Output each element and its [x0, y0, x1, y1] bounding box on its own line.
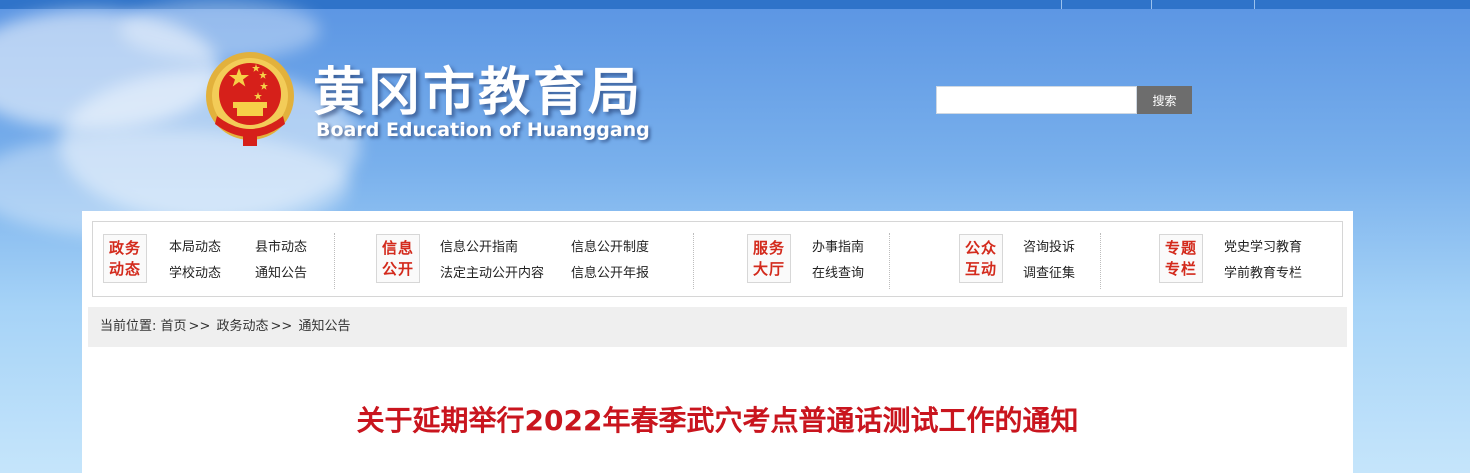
site-title: 黄冈市教育局 [313, 63, 644, 123]
nav-divider [693, 233, 694, 289]
nav-link[interactable]: 信息公开指南 [440, 236, 518, 255]
category-nav: 政务 动态 本局动态 县市动态 学校动态 通知公告 信息 公开 信息公开指南 信… [92, 221, 1343, 297]
nav-badge-service[interactable]: 服务 大厅 [747, 234, 791, 283]
badge-line: 专题 [1164, 239, 1197, 257]
badge-line: 服务 [752, 239, 785, 257]
nav-link[interactable]: 信息公开年报 [571, 262, 649, 281]
breadcrumb: 当前位置: 首页 >> 政务动态 >> 通知公告 [88, 307, 1347, 347]
badge-line: 信息 [381, 239, 414, 257]
badge-line: 公众 [964, 239, 997, 257]
topbar-divider [1151, 0, 1152, 9]
breadcrumb-notices[interactable]: 通知公告 [298, 319, 350, 334]
search-button[interactable]: 搜索 [1137, 86, 1192, 114]
nav-badge-topics[interactable]: 专题 专栏 [1159, 234, 1203, 283]
nav-link[interactable]: 通知公告 [255, 262, 307, 281]
breadcrumb-prefix: 当前位置: [100, 319, 157, 334]
badge-line: 互动 [964, 260, 997, 278]
nav-link[interactable]: 本局动态 [169, 236, 221, 255]
nav-badge-disclosure[interactable]: 信息 公开 [376, 234, 420, 283]
nav-divider [1100, 233, 1101, 289]
nav-link[interactable]: 法定主动公开内容 [440, 262, 544, 281]
nav-link[interactable]: 办事指南 [812, 236, 864, 255]
breadcrumb-separator: >> [270, 319, 293, 334]
site-subtitle: Board Education of Huanggang [316, 119, 650, 141]
nav-link[interactable]: 信息公开制度 [571, 236, 649, 255]
nav-link[interactable]: 在线查询 [812, 262, 864, 281]
badge-line: 动态 [108, 260, 141, 278]
topbar-divider [1061, 0, 1062, 9]
main-content: 政务 动态 本局动态 县市动态 学校动态 通知公告 信息 公开 信息公开指南 信… [82, 211, 1353, 473]
article-title: 关于延期举行2022年春季武穴考点普通话测试工作的通知 [356, 404, 1079, 437]
badge-line: 政务 [108, 239, 141, 257]
nav-link[interactable]: 调查征集 [1023, 262, 1075, 281]
badge-line: 公开 [381, 260, 414, 278]
nav-divider [334, 233, 335, 289]
search-input[interactable] [936, 86, 1137, 114]
topbar-divider [1254, 0, 1255, 9]
nav-badge-affairs[interactable]: 政务 动态 [103, 234, 147, 283]
national-emblem-icon [203, 50, 297, 148]
nav-link[interactable]: 咨询投诉 [1023, 236, 1075, 255]
nav-badge-interaction[interactable]: 公众 互动 [959, 234, 1003, 283]
nav-link[interactable]: 学校动态 [169, 262, 221, 281]
nav-link[interactable]: 党史学习教育 [1224, 236, 1302, 255]
breadcrumb-separator: >> [188, 319, 211, 334]
search-bar: 搜索 [936, 86, 1192, 114]
nav-link[interactable]: 学前教育专栏 [1224, 262, 1302, 281]
nav-divider [889, 233, 890, 289]
badge-line: 大厅 [752, 260, 785, 278]
badge-line: 专栏 [1164, 260, 1197, 278]
breadcrumb-affairs[interactable]: 政务动态 [216, 319, 268, 334]
breadcrumb-home[interactable]: 首页 [161, 319, 187, 334]
nav-link[interactable]: 县市动态 [255, 236, 307, 255]
